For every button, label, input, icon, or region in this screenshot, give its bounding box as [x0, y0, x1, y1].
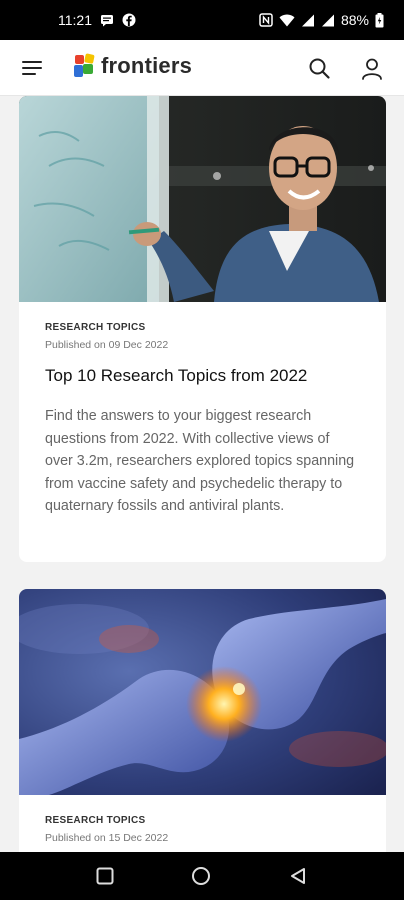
facebook-icon — [122, 13, 136, 27]
search-icon — [309, 58, 330, 79]
article-date: Published on 09 Dec 2022 — [45, 339, 169, 351]
frontiers-logo[interactable]: frontiers — [73, 53, 192, 79]
article-body: RESEARCH TOPICS Published on 15 Dec 2022 — [19, 815, 386, 844]
search-button[interactable] — [306, 55, 334, 83]
logo-text: frontiers — [101, 53, 193, 78]
back-icon — [291, 868, 305, 884]
system-nav-bar — [0, 852, 404, 900]
article-category: RESEARCH TOPICS — [45, 815, 146, 826]
recents-button[interactable] — [95, 866, 115, 886]
home-button[interactable] — [191, 866, 211, 886]
signal-icon — [321, 14, 335, 27]
account-button[interactable] — [358, 55, 386, 83]
back-button[interactable] — [288, 866, 308, 886]
recents-icon — [96, 867, 114, 885]
status-left: 11:21 — [58, 12, 136, 28]
logo-icon — [74, 53, 95, 77]
status-right: 88% — [259, 12, 384, 28]
message-icon — [100, 14, 114, 27]
article-description: Find the answers to your biggest researc… — [45, 408, 355, 514]
article-category: RESEARCH TOPICS — [45, 322, 146, 333]
signal-icon — [301, 14, 315, 27]
status-time: 11:21 — [58, 12, 92, 28]
article-image — [19, 589, 386, 795]
user-icon — [362, 58, 382, 80]
article-card[interactable]: RESEARCH TOPICS Published on 09 Dec 2022… — [19, 96, 386, 562]
battery-icon — [375, 12, 384, 28]
article-card[interactable]: RESEARCH TOPICS Published on 15 Dec 2022 — [19, 589, 386, 852]
article-image — [19, 96, 386, 302]
status-bar: 11:21 88% — [0, 0, 404, 40]
app-bar: frontiers — [0, 40, 404, 96]
home-icon — [192, 867, 210, 885]
menu-button[interactable] — [22, 58, 44, 78]
article-body: RESEARCH TOPICS Published on 09 Dec 2022… — [19, 322, 386, 518]
battery-percent: 88% — [340, 12, 369, 28]
article-title[interactable]: Top 10 Research Topics from 2022 — [45, 365, 360, 387]
article-feed[interactable]: RESEARCH TOPICS Published on 09 Dec 2022… — [0, 96, 404, 852]
article-date: Published on 15 Dec 2022 — [45, 832, 169, 844]
menu-icon — [22, 61, 42, 75]
nfc-icon — [259, 13, 273, 27]
wifi-icon — [279, 14, 295, 27]
